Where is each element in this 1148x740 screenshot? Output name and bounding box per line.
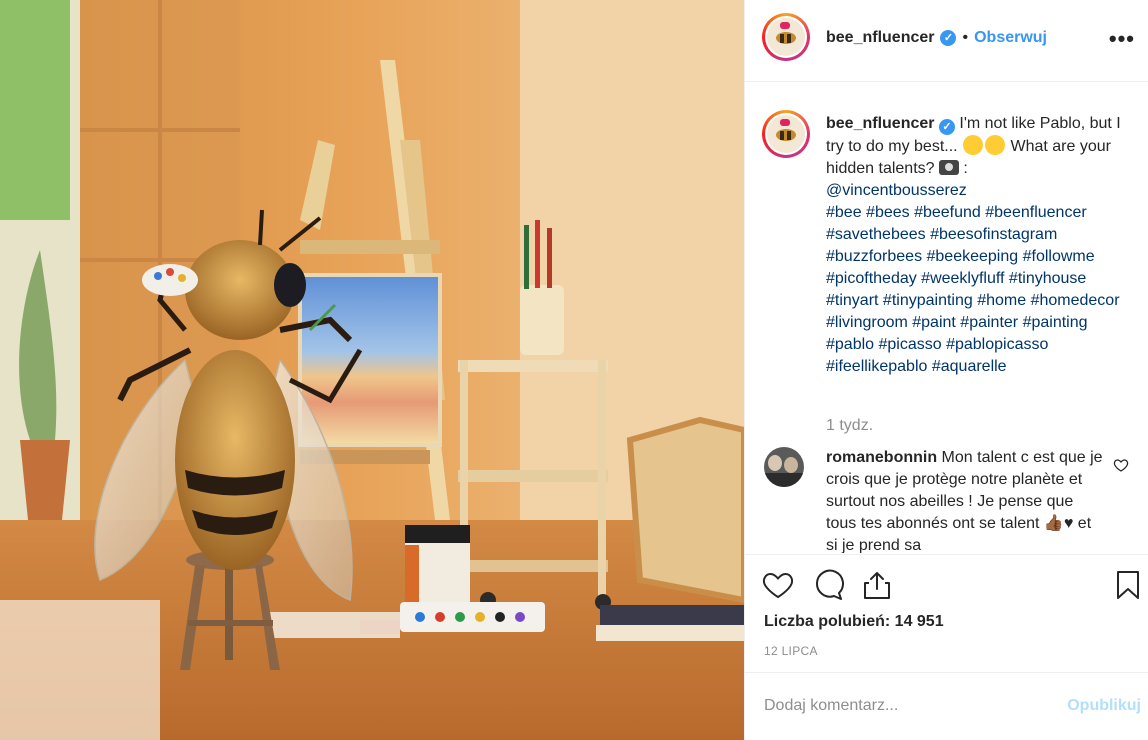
bookmark-icon[interactable] [1112, 569, 1144, 601]
caption-hashtags[interactable]: #bee #bees #beefund #beenfluencer #savet… [826, 204, 1120, 375]
share-icon[interactable] [861, 569, 893, 601]
comment-username[interactable]: romanebonnin [826, 449, 937, 466]
caption-mention[interactable]: @vincentbousserez [826, 182, 967, 199]
commenter-avatar[interactable] [764, 447, 804, 487]
post-date: 12 LIPCA [764, 644, 818, 658]
post-header: bee_nfluencer ✓ • Obserwuj ••• [745, 0, 1148, 82]
bee-painting-illustration [0, 0, 744, 740]
publish-button[interactable]: Opublikuj [1067, 697, 1141, 715]
comment-input[interactable]: Dodaj komentarz... [764, 697, 898, 715]
caption-username[interactable]: bee_nfluencer [826, 115, 934, 132]
add-comment-bar: Dodaj komentarz... Opublikuj [745, 672, 1148, 740]
comment-like-heart-icon[interactable] [1113, 457, 1129, 473]
post-details-panel: bee_nfluencer ✓ • Obserwuj ••• bee_nflue… [744, 0, 1148, 740]
yum-emoji-icon [963, 135, 984, 155]
likes-count[interactable]: Liczba polubień: 14 951 [764, 613, 944, 631]
verified-badge-icon: ✓ [938, 119, 955, 135]
post-caption: bee_nfluencer ✓ I'm not like Pablo, but … [826, 113, 1126, 378]
comment-item: romanebonnin Mon talent c est que je cro… [826, 447, 1106, 553]
caption-time-ago: 1 tydz. [826, 417, 874, 434]
header-user-row: bee_nfluencer ✓ • Obserwuj [826, 29, 1047, 47]
comments-area[interactable]: bee_nfluencer ✓ I'm not like Pablo, but … [745, 83, 1148, 553]
author-avatar[interactable] [762, 13, 810, 61]
author-username[interactable]: bee_nfluencer [826, 29, 934, 47]
caption-author-avatar[interactable] [762, 110, 810, 158]
verified-badge-icon: ✓ [940, 30, 957, 46]
kiss-emoji-icon [985, 135, 1006, 155]
post-photo[interactable] [0, 0, 744, 740]
comment-bubble-icon[interactable] [812, 569, 844, 601]
post-actions: Liczba polubień: 14 951 12 LIPCA [745, 554, 1148, 672]
like-heart-icon[interactable] [762, 569, 794, 601]
more-options-icon[interactable]: ••• [1109, 26, 1135, 52]
follow-button[interactable]: Obserwuj [974, 29, 1047, 47]
caption-text-c: : [958, 160, 968, 177]
separator-dot: • [962, 29, 969, 46]
instagram-post: bee_nfluencer ✓ • Obserwuj ••• bee_nflue… [0, 0, 1148, 740]
camera-emoji-icon [938, 160, 959, 175]
